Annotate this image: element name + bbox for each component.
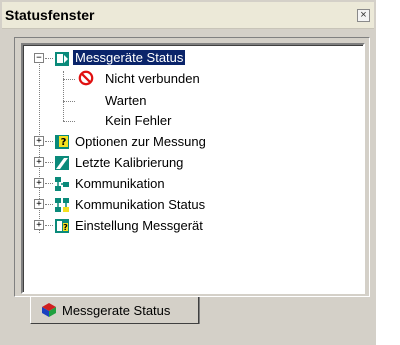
- calibration-icon: [55, 156, 69, 170]
- tree-node-messgeraete-status[interactable]: − Messgeräte Status: [23, 49, 323, 69]
- device-status-icon: [55, 52, 69, 66]
- options-question-icon: ?: [55, 135, 69, 149]
- tree-node-optionen-zur-messung[interactable]: + ? Optionen zur Messung: [23, 132, 323, 152]
- tab-messgerate-status[interactable]: Messgerate Status: [30, 297, 199, 324]
- svg-text:?: ?: [61, 137, 67, 148]
- tree-node-label: Einstellung Messgerät: [75, 218, 203, 233]
- tree-node-kein-fehler[interactable]: Kein Fehler: [23, 111, 323, 131]
- cube-icon: [42, 303, 56, 317]
- tree-node-warten[interactable]: Warten: [23, 91, 323, 111]
- collapse-expander[interactable]: −: [34, 53, 44, 63]
- network-status-icon: [55, 198, 69, 212]
- expand-expander[interactable]: +: [34, 157, 44, 167]
- expand-expander[interactable]: +: [34, 220, 44, 230]
- tree-node-kommunikation[interactable]: + Kommunikation: [23, 174, 323, 194]
- tree-node-label: Messgeräte Status: [73, 50, 186, 65]
- tree-node-label: Optionen zur Messung: [75, 134, 206, 149]
- tree-node-label: Nicht verbunden: [105, 71, 200, 86]
- tree-node-letzte-kalibrierung[interactable]: + Letzte Kalibrierung: [23, 153, 323, 173]
- tree-node-nicht-verbunden[interactable]: Nicht verbunden: [23, 69, 323, 89]
- prohibited-icon: [78, 70, 94, 86]
- tree-node-label: Kommunikation Status: [75, 197, 206, 212]
- device-settings-icon: ?: [55, 219, 69, 233]
- expand-expander[interactable]: +: [34, 136, 44, 146]
- tree-node-label: Kommunikation: [75, 176, 165, 191]
- window-title: Statusfenster: [5, 7, 95, 23]
- tree-node-label: Kein Fehler: [105, 113, 172, 128]
- network-icon: [55, 177, 69, 191]
- status-window: Statusfenster × − Messgeräte Status Nich…: [0, 0, 376, 345]
- expand-expander[interactable]: +: [34, 178, 44, 188]
- close-button[interactable]: ×: [357, 9, 370, 22]
- tree-node-label: Letzte Kalibrierung: [75, 155, 184, 170]
- svg-text:?: ?: [63, 223, 68, 232]
- tree-node-label: Warten: [105, 93, 147, 108]
- tab-label: Messgerate Status: [62, 303, 171, 318]
- title-bar: Statusfenster ×: [2, 2, 374, 29]
- tree-node-einstellung-messgeraet[interactable]: + ? Einstellung Messgerät: [23, 216, 323, 236]
- status-tree[interactable]: − Messgeräte Status Nicht verbunden Wart…: [21, 43, 365, 294]
- tree-node-kommunikation-status[interactable]: + Kommunikation Status: [23, 195, 323, 215]
- expand-expander[interactable]: +: [34, 199, 44, 209]
